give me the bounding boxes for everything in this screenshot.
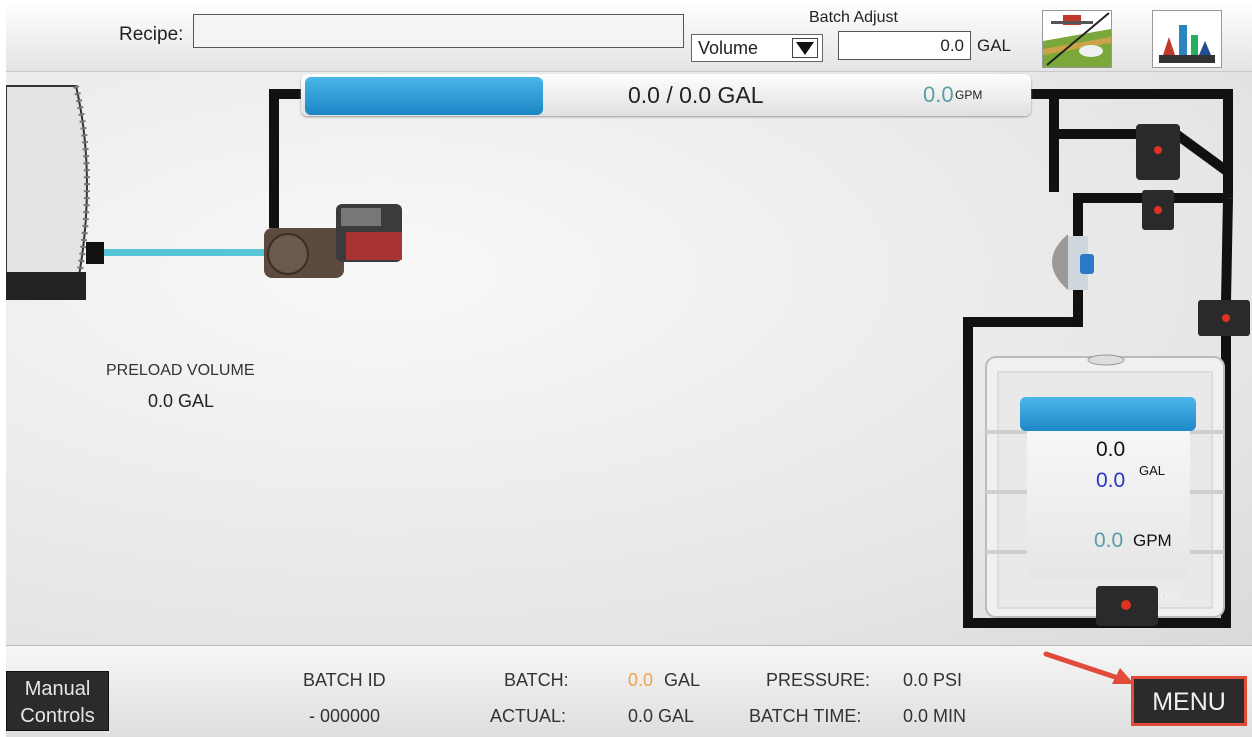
recipe-label: Recipe: [119,24,184,45]
pressure-label: PRESSURE: [766,670,871,690]
flow-rate: 0.0 [923,82,954,107]
batch-unit: GAL [664,670,701,690]
tote-level-fill [1020,397,1196,431]
flow-amount: 0.0 / 0.0 GAL [628,82,764,108]
field-weather-icon[interactable] [1042,10,1112,68]
flow-rate-unit: GPM [955,88,983,102]
tote-target-value: 0.0 [1096,469,1126,492]
preload-volume-value: 0.0 GAL [148,391,215,411]
flow-progress-fill [305,77,543,115]
tote-flow-rate: 0.0 [1094,529,1124,552]
chemistry-flasks-icon[interactable] [1152,10,1222,68]
mode-dropdown[interactable]: Volume [691,34,823,62]
manual-controls-button[interactable]: Manual Controls [6,671,109,731]
batch-adjust-input[interactable]: 0.0 [838,31,971,60]
tote-volume-value: 0.0 [1096,438,1126,461]
menu-button[interactable]: MENU [1131,676,1247,726]
recipe-input[interactable] [193,14,684,48]
batch-adjust-label: Batch Adjust [809,9,898,26]
tote-valve-percent: 0% [1160,588,1182,605]
pressure-value: 0.0 PSI [903,670,963,690]
arrow-annotation-icon [1043,651,1134,684]
app-window: Recipe: Volume Batch Adjust 0.0 GAL 0.0 … [6,5,1252,737]
batch-adjust-unit: GAL [977,36,1012,55]
batch-time-label: BATCH TIME: [749,706,862,726]
actual-label: ACTUAL: [490,706,567,726]
mode-dropdown-value: Volume [698,38,759,58]
flow-progress-bar: 0.0 / 0.0 GAL 0.0 GPM [301,74,1031,116]
batch-id-value: - 000000 [309,706,381,726]
batch-label: BATCH: [504,670,569,690]
actual-value: 0.0 GAL [628,706,695,726]
preload-volume-label: PRELOAD VOLUME [106,362,255,379]
batch-value: 0.0 [628,670,654,690]
batch-time-value: 0.0 MIN [903,706,967,726]
dropdown-arrow-icon[interactable] [792,38,818,58]
process-diagram: 0.0 / 0.0 GAL 0.0 GPM PRELOAD VOLUME 0.0… [6,72,1252,645]
tote-volume-unit: GAL [1139,463,1166,478]
top-toolbar: Recipe: Volume Batch Adjust 0.0 GAL [6,5,1252,72]
batch-id-label: BATCH ID [303,670,386,690]
status-bar: Manual Controls BATCH ID - 000000 BATCH:… [6,645,1252,737]
tote-flow-rate-unit: GPM [1133,531,1172,550]
batch-adjust-value: 0.0 [940,36,964,55]
